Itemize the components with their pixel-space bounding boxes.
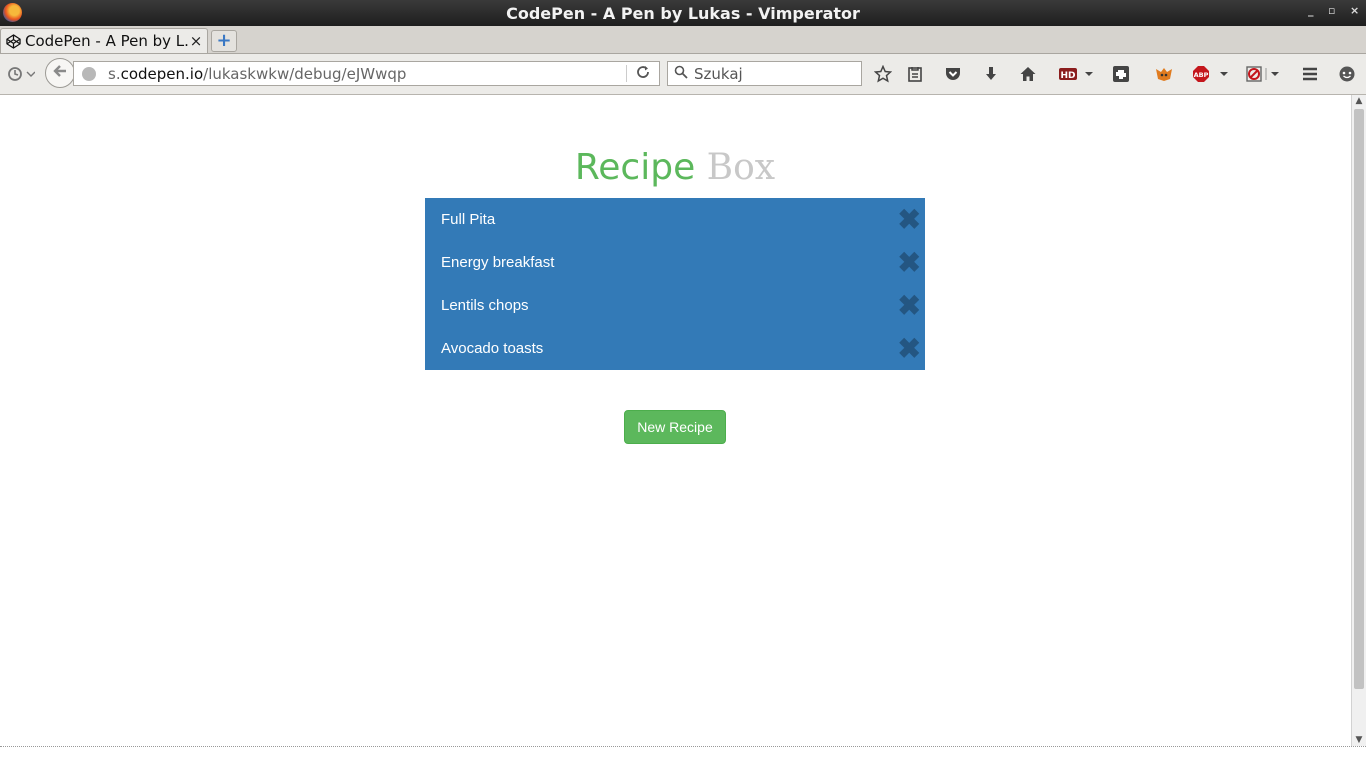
addon-icon[interactable] <box>1112 65 1130 87</box>
title-recipe: Recipe <box>574 147 696 188</box>
menu-icon[interactable] <box>1301 65 1319 87</box>
pocket-icon[interactable] <box>944 65 962 87</box>
search-placeholder: Szukaj <box>694 64 743 83</box>
window-title: CodePen - A Pen by Lukas - Vimperator <box>506 3 860 23</box>
hd-icon[interactable]: HD <box>1058 65 1096 87</box>
recipe-name[interactable]: Energy breakfast <box>441 254 898 271</box>
scrollbar-thumb[interactable] <box>1354 109 1364 689</box>
tab-codepen[interactable]: CodePen - A Pen by L... × <box>0 28 208 53</box>
recipe-list: Full Pita ✖ Energy breakfast ✖ Lentils c… <box>425 198 925 370</box>
nav-bar: s. codepen.io/lukaskwkw/debug/eJWwqp Szuk… <box>0 54 1366 95</box>
recipe-name[interactable]: Full Pita <box>441 211 898 228</box>
chat-icon[interactable] <box>1338 65 1356 87</box>
close-window-button[interactable]: × <box>1350 4 1359 17</box>
scroll-down-icon[interactable]: ▼ <box>1352 735 1366 745</box>
scroll-up-icon[interactable]: ▲ <box>1352 96 1366 106</box>
url-prefix: s. <box>108 64 121 83</box>
page-scrollbar[interactable]: ▲ ▼ <box>1351 95 1366 746</box>
recipe-item[interactable]: Avocado toasts ✖ <box>425 327 925 370</box>
foxyproxy-icon[interactable] <box>1154 65 1174 87</box>
delete-icon[interactable]: ✖ <box>898 205 921 234</box>
delete-icon[interactable]: ✖ <box>898 291 921 320</box>
history-icon[interactable] <box>7 66 36 85</box>
page-title: Recipe Box <box>0 146 1350 190</box>
svg-text:HD: HD <box>1060 71 1075 81</box>
delete-icon[interactable]: ✖ <box>898 248 921 277</box>
codepen-icon <box>6 33 21 49</box>
firefox-icon <box>3 3 22 22</box>
svg-text:ABP: ABP <box>1194 71 1209 79</box>
adblock-plus-icon[interactable]: ABP <box>1192 65 1230 87</box>
url-host: codepen.io <box>120 64 204 83</box>
search-bar[interactable]: Szukaj <box>667 61 862 86</box>
maximize-button[interactable]: ▫ <box>1328 4 1335 17</box>
recipe-item[interactable]: Full Pita ✖ <box>425 198 925 241</box>
recipe-name[interactable]: Avocado toasts <box>441 340 898 357</box>
url-separator <box>626 65 627 82</box>
new-recipe-button[interactable]: New Recipe <box>624 410 726 444</box>
url-path: /lukaskwkw/debug/eJWwqp <box>203 64 407 83</box>
globe-icon <box>82 66 96 81</box>
back-arrow-icon <box>52 62 68 83</box>
back-button[interactable] <box>45 58 75 88</box>
tab-strip: CodePen - A Pen by L... × + <box>0 26 1366 54</box>
search-icon <box>674 65 688 83</box>
tab-close-icon[interactable]: × <box>188 32 204 50</box>
recipe-name[interactable]: Lentils chops <box>441 297 898 314</box>
reload-icon[interactable] <box>635 64 651 84</box>
star-icon[interactable] <box>873 64 893 87</box>
title-box: Box <box>706 147 776 188</box>
url-bar[interactable]: s. codepen.io/lukaskwkw/debug/eJWwqp <box>73 61 660 86</box>
new-tab-button[interactable]: + <box>211 30 237 52</box>
delete-icon[interactable]: ✖ <box>898 334 921 363</box>
tab-label: CodePen - A Pen by L... <box>25 32 188 50</box>
vimperator-statusbar <box>0 746 1366 769</box>
recipe-item[interactable]: Lentils chops ✖ <box>425 284 925 327</box>
noscript-icon[interactable] <box>1245 65 1283 87</box>
window-titlebar: CodePen - A Pen by Lukas - Vimperator _ … <box>0 0 1366 26</box>
reading-list-icon[interactable] <box>906 65 924 87</box>
home-icon[interactable] <box>1019 65 1037 87</box>
minimize-button[interactable]: _ <box>1308 4 1314 17</box>
download-icon[interactable] <box>982 65 1000 87</box>
recipe-item[interactable]: Energy breakfast ✖ <box>425 241 925 284</box>
